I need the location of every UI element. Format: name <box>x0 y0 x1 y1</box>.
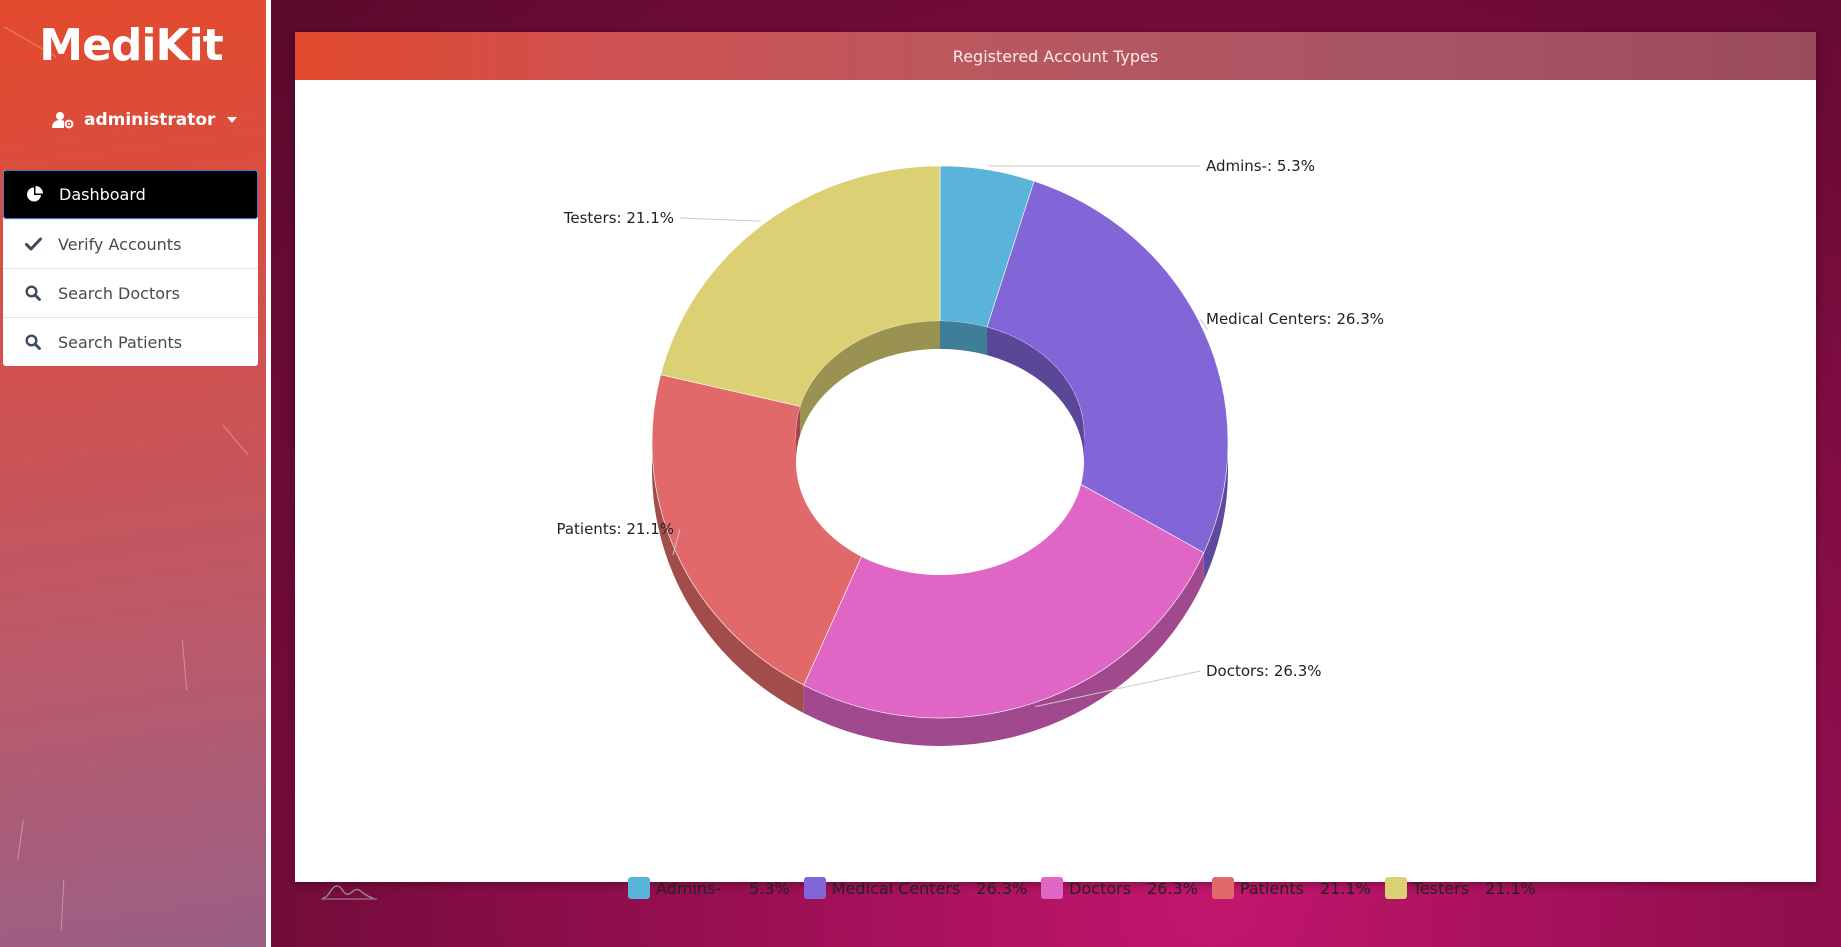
legend-label: Admins- <box>656 878 722 898</box>
sidebar-item-search-doctors[interactable]: Search Doctors <box>3 268 258 317</box>
slice-label: Testers: 21.1% <box>563 209 674 227</box>
legend-swatch <box>803 877 826 899</box>
legend-value: 26.3% <box>1147 878 1198 898</box>
slice-label: Doctors: 26.3% <box>1206 662 1322 680</box>
card-title: Registered Account Types <box>952 46 1159 66</box>
slice-label: Admins-: 5.3% <box>1206 157 1315 175</box>
legend-label: Doctors <box>1069 878 1132 898</box>
sidebar-item-label: Dashboard <box>59 185 146 204</box>
legend-swatch <box>1211 877 1234 899</box>
legend-item[interactable]: Doctors 26.3% <box>1041 877 1198 899</box>
sidebar-item-label: Verify Accounts <box>58 234 182 254</box>
chevron-down-icon <box>227 117 238 123</box>
user-name: administrator <box>84 110 216 130</box>
chart-card: Registered Account Types Admins-: 5.3% Me… <box>295 32 1816 900</box>
legend-swatch <box>1384 877 1407 899</box>
chart-area: Admins-: 5.3% Medical Centers: 26.3% Docto… <box>295 80 1816 900</box>
legend-swatch <box>628 877 650 899</box>
check-icon <box>24 235 42 253</box>
legend-value: 21.1% <box>1485 878 1536 898</box>
legend-swatch <box>1041 877 1064 899</box>
sidebar-item-dashboard[interactable]: Dashboard <box>3 170 258 219</box>
card-header: Registered Account Types <box>295 32 1816 80</box>
slice-label: Medical Centers: 26.3% <box>1206 310 1384 328</box>
sidebar-item-label: Search Doctors <box>58 283 180 303</box>
sidebar: MediKit administrator Dashboard Verify A… <box>0 0 266 947</box>
pie-chart-icon <box>25 186 43 204</box>
legend-value: 5.3% <box>749 878 790 898</box>
slice-label: Patients: 21.1% <box>556 520 674 538</box>
legend-value: 26.3% <box>976 878 1028 898</box>
sidebar-item-search-patients[interactable]: Search Patients <box>3 317 258 366</box>
sidebar-nav: Dashboard Verify Accounts Search Doctors <box>3 170 258 366</box>
legend-item[interactable]: Medical Centers 26.3% <box>803 877 1028 899</box>
legend-value: 21.1% <box>1319 878 1371 898</box>
sidebar-item-label: Search Patients <box>58 332 183 352</box>
legend-item[interactable]: Testers 21.1% <box>1384 877 1536 899</box>
sidebar-item-verify-accounts[interactable]: Verify Accounts <box>3 219 258 268</box>
donut-hole <box>796 349 1084 575</box>
user-menu-dropdown[interactable]: administrator <box>52 106 238 134</box>
legend-label: Patients <box>1239 878 1304 898</box>
chart-legend: Admins- 5.3% Medical Centers 26.3% Doctors 26… <box>628 875 1536 901</box>
legend-label: Medical Centers <box>831 878 961 898</box>
legend-item[interactable]: Admins- 5.3% <box>628 877 790 899</box>
search-icon <box>24 284 42 302</box>
brand-logo: MediKit <box>39 20 223 71</box>
search-icon <box>24 333 42 351</box>
legend-label: Testers <box>1412 878 1470 898</box>
chart-library-logo-icon <box>321 882 377 904</box>
user-cog-icon <box>52 111 74 129</box>
legend-item[interactable]: Patients 21.1% <box>1211 877 1371 899</box>
leader-line <box>679 217 761 222</box>
donut-chart: Admins-: 5.3% Medical Centers: 26.3% Docto… <box>556 157 1384 746</box>
